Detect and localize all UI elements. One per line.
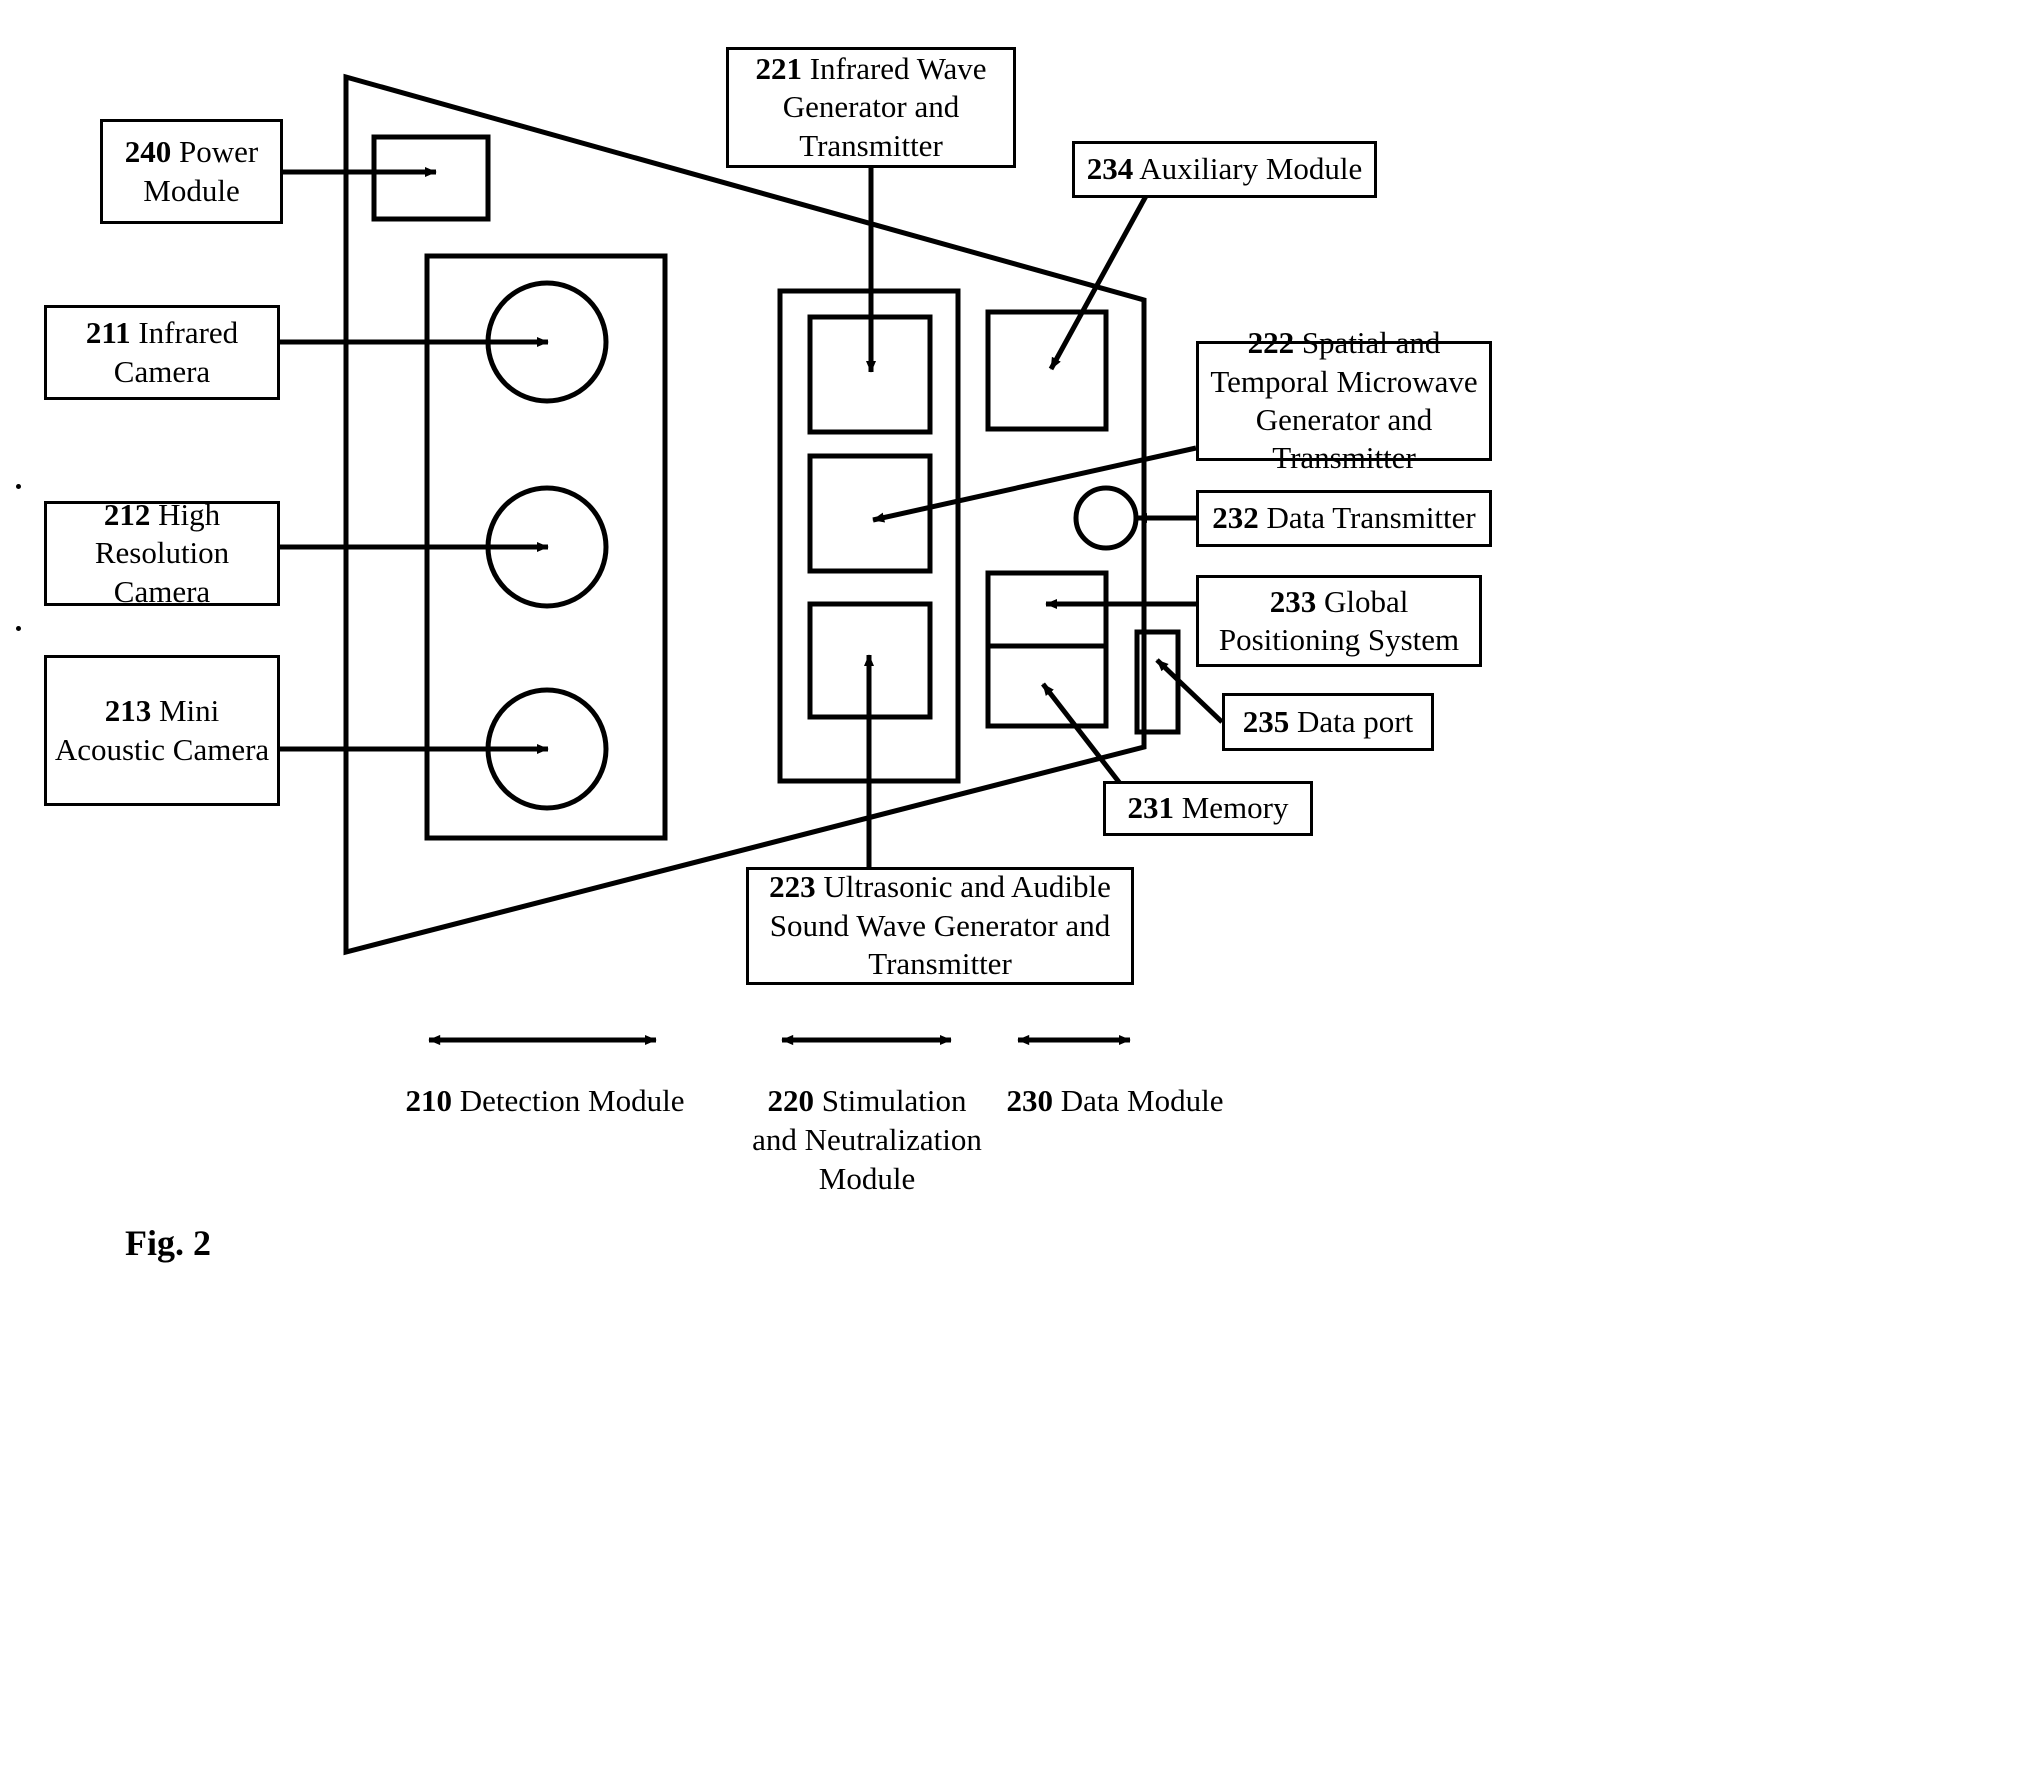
data-module-internals <box>985 309 1181 735</box>
connector-data-port <box>1155 658 1224 724</box>
label-box-auxiliary-module: 234 Auxiliary Module <box>1072 141 1377 198</box>
label-num-high-resolution-camera: 212 <box>103 496 151 532</box>
label-num-power-module: 240 <box>124 134 172 170</box>
connector-microwave-generator <box>872 445 1197 523</box>
scan-speck <box>16 626 21 631</box>
label-box-mini-acoustic-camera: 213 Mini Acoustic Camera <box>44 655 280 806</box>
label-box-data-transmitter: 232 Data Transmitter <box>1196 490 1492 547</box>
bracket-text-data: Data Module <box>1060 1083 1224 1118</box>
bracket-text-detection: Detection Module <box>459 1083 685 1118</box>
label-num-gps: 233 <box>1269 583 1317 619</box>
figure-caption: Fig. 2 <box>125 1223 211 1263</box>
bracket-num-data: 230 <box>1006 1083 1054 1118</box>
label-text-sound-wave-generator: Ultrasonic and Audible Sound Wave Genera… <box>769 869 1111 982</box>
label-num-memory: 231 <box>1127 790 1174 826</box>
bracket-label-detection-module: 210 Detection Module <box>405 1082 685 1121</box>
label-text-infrared-camera: Infrared Camera <box>113 315 239 389</box>
label-text-data-port: Data port <box>1297 703 1414 739</box>
label-text-memory: Memory <box>1181 790 1289 826</box>
bracket-num-stimulation: 220 <box>767 1083 815 1118</box>
bracket-label-data-module: 230 Data Module <box>1005 1082 1225 1121</box>
label-num-infrared-camera: 211 <box>85 315 131 351</box>
label-num-data-port: 235 <box>1242 703 1290 739</box>
label-text-auxiliary-module: Auxiliary Module <box>1139 151 1363 187</box>
label-num-sound-wave-generator: 223 <box>769 869 816 905</box>
label-box-infrared-camera: 211 Infrared Camera <box>44 305 280 400</box>
data-transmitter-unit <box>1073 485 1139 551</box>
bracket-label-stimulation-module: 220 Stimulation and Neutralization Modul… <box>742 1082 992 1198</box>
label-num-mini-acoustic-camera: 213 <box>104 693 152 729</box>
label-box-microwave-generator: 222 Spatial and Temporal Microwave Gener… <box>1196 325 1492 475</box>
gps-unit <box>985 570 1109 649</box>
label-text-mini-acoustic-camera: Mini Acoustic Camera <box>54 693 270 767</box>
label-num-data-transmitter: 232 <box>1212 500 1259 536</box>
label-box-sound-wave-generator: 223 Ultrasonic and Audible Sound Wave Ge… <box>746 867 1134 985</box>
label-box-high-resolution-camera: 212 High Resolution Camera <box>44 497 280 609</box>
patent-figure: 240 Power Module 211 Infrared Camera 212… <box>0 0 2023 1776</box>
device-body-outline <box>343 73 1147 956</box>
label-text-gps: Global Positioning System <box>1218 583 1460 657</box>
auxiliary-module-unit <box>985 309 1109 432</box>
label-text-infrared-wave-generator: Infrared Wave Generator and Transmitter <box>782 50 987 163</box>
label-box-data-port: 235 Data port <box>1222 693 1434 751</box>
label-text-data-transmitter: Data Transmitter <box>1266 500 1476 536</box>
label-num-microwave-generator: 222 <box>1247 325 1295 361</box>
label-box-infrared-wave-generator: 221 Infrared Wave Generator and Transmit… <box>726 47 1016 168</box>
label-num-auxiliary-module: 234 <box>1086 151 1134 187</box>
connector-auxiliary-module <box>1048 194 1149 371</box>
label-box-memory: 231 Memory <box>1103 781 1313 836</box>
bracket-num-detection: 210 <box>405 1083 453 1118</box>
label-box-power-module: 240 Power Module <box>100 119 283 224</box>
label-box-gps: 233 Global Positioning System <box>1196 575 1482 667</box>
scan-speck <box>16 484 21 489</box>
power-receptacle-box <box>371 134 491 222</box>
label-num-infrared-wave-generator: 221 <box>755 50 802 86</box>
